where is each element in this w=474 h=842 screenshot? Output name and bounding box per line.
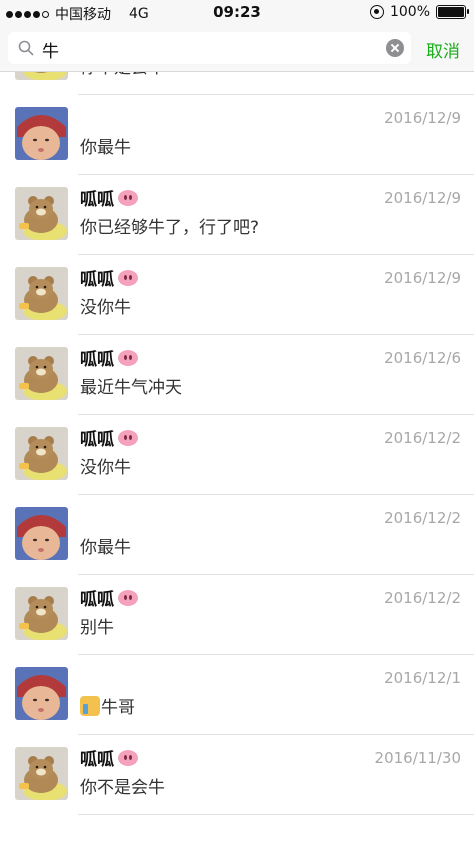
search-result-row[interactable]: 2016/12/1 牛哥 bbox=[0, 655, 474, 735]
cancel-button[interactable]: 取消 bbox=[426, 37, 460, 62]
message-snippet: 你不是会牛 bbox=[80, 72, 165, 78]
message-snippet: 最近牛气冲天 bbox=[80, 373, 182, 398]
clear-icon[interactable] bbox=[386, 39, 404, 57]
search-result-row[interactable]: 呱呱 2016/12/2 没你牛 bbox=[0, 415, 474, 495]
avatar bbox=[15, 72, 68, 80]
avatar bbox=[15, 187, 68, 240]
search-result-row[interactable]: 2016/12/2 你最牛 bbox=[0, 495, 474, 575]
search-result-row[interactable]: 2016/12/9 你最牛 bbox=[0, 95, 474, 175]
search-result-row[interactable]: 呱呱 2016/12/9 没你牛 bbox=[0, 255, 474, 335]
battery-icon bbox=[436, 5, 469, 19]
sender-name-text: 呱呱 bbox=[80, 190, 114, 210]
message-snippet: 牛哥 bbox=[80, 693, 135, 718]
message-snippet-text: 你已经够牛了，行了吧? bbox=[80, 218, 260, 238]
message-snippet-text: 你不是会牛 bbox=[80, 778, 165, 798]
message-snippet-text: 你不是会牛 bbox=[80, 72, 165, 78]
message-snippet-text: 牛哥 bbox=[101, 698, 135, 718]
message-snippet-text: 你最牛 bbox=[80, 538, 131, 558]
message-snippet: 没你牛 bbox=[80, 453, 131, 478]
search-result-row[interactable]: 呱呱 2016/11/30 你不是会牛 bbox=[0, 735, 474, 815]
sender-name-text: 呱呱 bbox=[80, 270, 114, 290]
message-date: 2016/12/6 bbox=[384, 349, 461, 367]
pig-nose-icon bbox=[118, 349, 138, 366]
search-bar: 牛 取消 bbox=[0, 26, 474, 72]
message-snippet-text: 你最牛 bbox=[80, 138, 131, 158]
message-date: 2016/12/2 bbox=[384, 429, 461, 447]
pig-nose-icon bbox=[118, 589, 138, 606]
sender-name-text: 呱呱 bbox=[80, 430, 114, 450]
pig-nose-icon bbox=[118, 749, 138, 766]
sender-name-text: 呱呱 bbox=[80, 350, 114, 370]
sender-name: 呱呱 bbox=[80, 425, 138, 450]
sender-name-text: 呱呱 bbox=[80, 750, 114, 770]
message-snippet: 你已经够牛了，行了吧? bbox=[80, 213, 259, 238]
sender-name: 呱呱 bbox=[80, 345, 138, 370]
message-snippet: 你最牛 bbox=[80, 133, 131, 158]
message-snippet: 你最牛 bbox=[80, 533, 131, 558]
avatar bbox=[15, 587, 68, 640]
avatar bbox=[15, 347, 68, 400]
battery-percent: 100% bbox=[389, 4, 430, 20]
pig-nose-icon bbox=[118, 189, 138, 206]
sender-name: 呱呱 bbox=[80, 265, 138, 290]
avatar bbox=[15, 107, 68, 160]
avatar bbox=[15, 507, 68, 560]
search-icon bbox=[18, 40, 34, 56]
message-snippet: 没你牛 bbox=[80, 293, 131, 318]
search-input[interactable]: 牛 bbox=[8, 32, 411, 64]
search-result-row[interactable]: 呱呱 2016/12/9 你已经够牛了，行了吧? bbox=[0, 175, 474, 255]
sender-name: 呱呱 bbox=[80, 585, 138, 610]
message-snippet: 别牛 bbox=[80, 613, 114, 638]
message-snippet-text: 最近牛气冲天 bbox=[80, 378, 182, 398]
status-bar: 中国移动 4G 09:23 100% bbox=[0, 0, 474, 26]
pig-nose-icon bbox=[118, 429, 138, 446]
row-separator bbox=[78, 814, 474, 815]
message-date: 2016/12/1 bbox=[384, 669, 461, 687]
message-date: 2016/12/9 bbox=[384, 189, 461, 207]
message-snippet-text: 别牛 bbox=[80, 618, 114, 638]
avatar bbox=[15, 267, 68, 320]
sender-name-text: 呱呱 bbox=[80, 590, 114, 610]
message-date: 2016/12/2 bbox=[384, 589, 461, 607]
avatar bbox=[15, 667, 68, 720]
search-results-list: 你不是会牛2016/12/9你最牛呱呱2016/12/9你已经够牛了，行了吧?呱… bbox=[0, 72, 474, 842]
search-result-row[interactable]: 呱呱 2016/12/2 别牛 bbox=[0, 575, 474, 655]
pig-nose-icon bbox=[118, 269, 138, 286]
message-date: 2016/11/30 bbox=[374, 749, 461, 767]
status-right-group: 100% bbox=[369, 4, 469, 20]
message-date: 2016/12/2 bbox=[384, 509, 461, 527]
message-snippet: 你不是会牛 bbox=[80, 773, 165, 798]
search-result-row[interactable]: 你不是会牛 bbox=[0, 72, 474, 95]
search-result-row[interactable]: 呱呱 2016/12/6 最近牛气冲天 bbox=[0, 335, 474, 415]
sender-name: 呱呱 bbox=[80, 745, 138, 770]
thumbs-up-icon bbox=[80, 695, 100, 716]
sender-name: 呱呱 bbox=[80, 185, 138, 210]
message-snippet-text: 没你牛 bbox=[80, 298, 131, 318]
orientation-lock-icon bbox=[369, 5, 384, 19]
message-date: 2016/12/9 bbox=[384, 269, 461, 287]
message-date: 2016/12/9 bbox=[384, 109, 461, 127]
message-snippet-text: 没你牛 bbox=[80, 458, 131, 478]
avatar bbox=[15, 427, 68, 480]
avatar bbox=[15, 747, 68, 800]
search-query[interactable]: 牛 bbox=[42, 37, 59, 62]
